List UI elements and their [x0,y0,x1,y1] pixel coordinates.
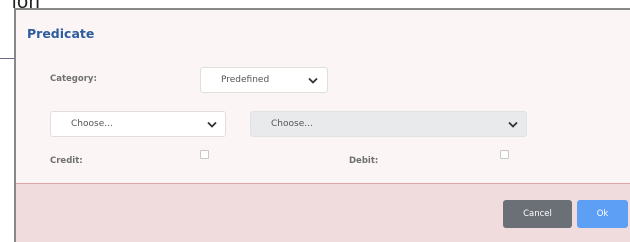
category-select-value: Predefined [221,75,270,85]
choose-left-select-value: Choose... [71,119,113,129]
chevron-down-icon [508,119,518,129]
debit-label: Debit: [349,156,379,166]
credit-checkbox[interactable] [200,150,209,159]
predicate-dialog: Predicate Category: Predefined Choose...… [14,8,630,242]
credit-label: Credit: [50,156,83,166]
dialog-title: Predicate [27,26,95,41]
chevron-down-icon [308,75,318,85]
choose-left-select[interactable]: Choose... [50,111,226,137]
ok-button[interactable]: Ok [577,200,628,228]
category-label: Category: [50,74,97,84]
cancel-button[interactable]: Cancel [503,200,572,228]
chevron-down-icon [207,119,217,129]
background-divider [0,58,14,59]
choose-right-select[interactable]: Choose... [250,111,527,137]
category-select[interactable]: Predefined [200,67,328,93]
dialog-footer: Cancel Ok [16,183,630,242]
choose-right-select-value: Choose... [271,119,313,129]
debit-checkbox[interactable] [500,150,509,159]
